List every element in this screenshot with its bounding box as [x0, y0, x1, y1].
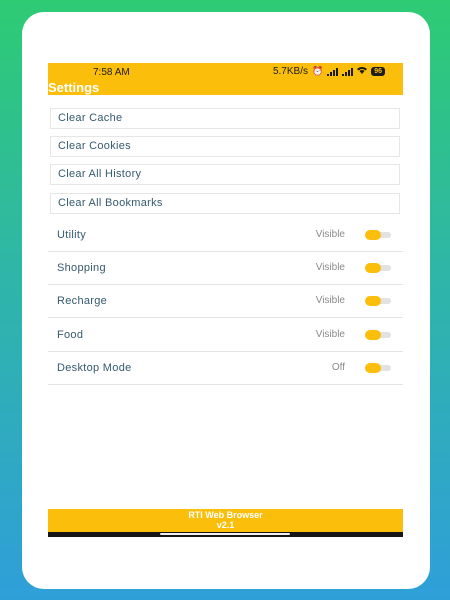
setting-status: Visible [315, 229, 345, 240]
setting-status: Visible [315, 329, 345, 340]
battery-icon: 96 [371, 67, 385, 76]
setting-label: Utility [57, 229, 86, 241]
status-bar: 7:58 AM 5.7KB/s ⏰ 96 [48, 63, 403, 81]
footer-banner: RTI Web Browser v2.1 [48, 509, 403, 532]
food-toggle[interactable] [363, 330, 391, 340]
footer-app-name: RTI Web Browser [188, 510, 263, 520]
alarm-icon: ⏰ [311, 66, 324, 76]
app-screen: 7:58 AM 5.7KB/s ⏰ 96 Settings Clear Cach… [48, 63, 403, 537]
recharge-toggle[interactable] [363, 296, 391, 306]
clear-cookies-button[interactable]: Clear Cookies [50, 136, 400, 157]
clear-cache-button[interactable]: Clear Cache [50, 108, 400, 129]
setting-label: Recharge [57, 295, 108, 307]
signal-icon-2 [342, 67, 354, 76]
status-time: 7:58 AM [93, 67, 130, 78]
setting-row-food: Food Visible [48, 319, 403, 352]
setting-row-shopping: Shopping Visible [48, 252, 403, 285]
setting-status: Off [331, 362, 345, 373]
network-speed: 5.7KB/s [272, 66, 308, 77]
desktop-mode-toggle[interactable] [363, 363, 391, 373]
page-title: Settings [48, 80, 100, 95]
setting-label: Desktop Mode [57, 362, 132, 374]
setting-status: Visible [315, 295, 345, 306]
wifi-icon [357, 66, 368, 77]
setting-row-recharge: Recharge Visible [48, 285, 403, 318]
shopping-toggle[interactable] [363, 263, 391, 273]
footer-version: v2.1 [216, 520, 235, 530]
setting-row-utility: Utility Visible [48, 219, 403, 252]
signal-icon [327, 67, 339, 76]
home-handle[interactable] [160, 533, 290, 535]
clear-all-history-button[interactable]: Clear All History [50, 164, 400, 185]
gesture-bar [48, 532, 403, 537]
setting-label: Shopping [57, 262, 106, 274]
app-bar: Settings [48, 80, 403, 95]
setting-status: Visible [315, 262, 345, 273]
clear-all-bookmarks-button[interactable]: Clear All Bookmarks [50, 193, 400, 214]
utility-toggle[interactable] [363, 230, 391, 240]
setting-label: Food [57, 329, 84, 341]
status-icons: 5.7KB/s ⏰ 96 [273, 66, 385, 77]
setting-row-desktop-mode: Desktop Mode Off [48, 352, 403, 385]
